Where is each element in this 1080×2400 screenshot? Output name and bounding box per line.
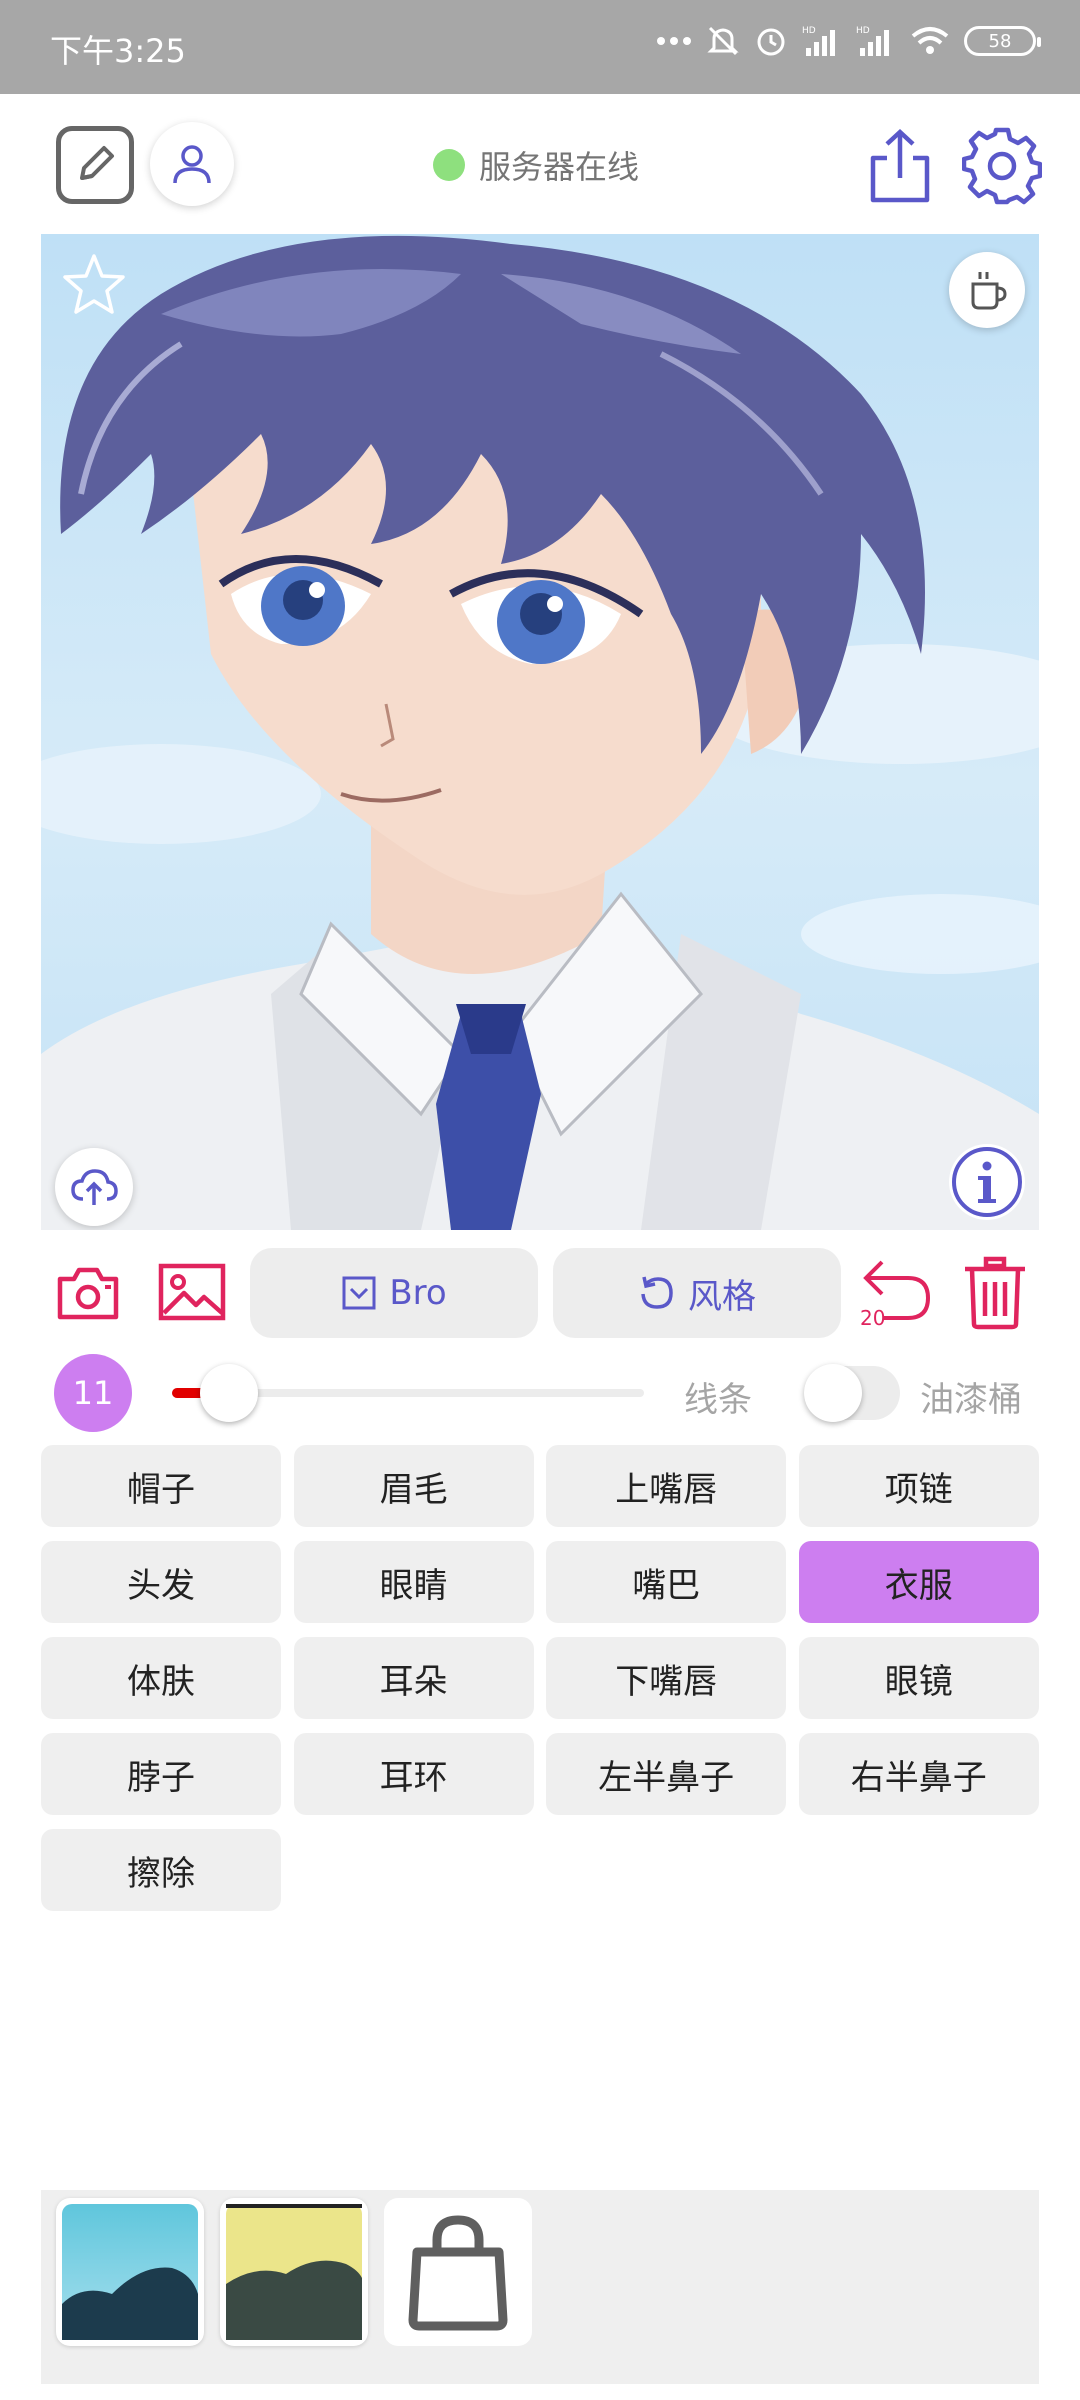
bro-button[interactable]: Bro — [250, 1248, 538, 1338]
label-button[interactable]: 右半鼻子 — [798, 1733, 1039, 1815]
status-bar: 下午3:25 HD HD 58 — [0, 0, 1080, 94]
mute-icon — [707, 26, 739, 56]
label-button[interactable]: 左半鼻子 — [546, 1733, 787, 1815]
share-icon — [870, 128, 930, 203]
label-button[interactable]: 耳朵 — [293, 1637, 534, 1719]
more-icon — [657, 37, 691, 45]
label-button[interactable]: 耳环 — [293, 1733, 534, 1815]
svg-text:HD: HD — [802, 26, 816, 36]
star-icon — [63, 254, 125, 314]
server-status: 服务器在线 — [433, 142, 639, 188]
settings-button[interactable] — [960, 124, 1044, 208]
style-label: 风格 — [688, 1276, 756, 1317]
style-button[interactable]: 风格 — [553, 1248, 841, 1338]
alarm-icon — [757, 28, 785, 56]
battery-level: 58 — [988, 30, 1012, 52]
label-button[interactable]: 下嘴唇 — [546, 1637, 787, 1719]
thumbnail-1[interactable] — [56, 2198, 204, 2346]
gear-icon — [962, 127, 1042, 205]
user-icon — [173, 145, 211, 184]
status-icons: HD HD 58 — [656, 24, 1041, 58]
battery-icon: 58 — [964, 26, 1041, 56]
delete-button[interactable] — [960, 1256, 1030, 1330]
label-button[interactable]: 体肤 — [41, 1637, 281, 1719]
label-button[interactable]: 项链 — [798, 1445, 1039, 1527]
slider-thumb[interactable] — [200, 1364, 258, 1422]
info-button[interactable] — [949, 1144, 1025, 1220]
trash-icon — [965, 1256, 1025, 1330]
edit-pencil-icon — [80, 146, 114, 180]
svg-text:HD: HD — [856, 26, 870, 36]
cloud-upload-icon — [71, 1169, 118, 1205]
shop-thumbnail[interactable] — [384, 2198, 532, 2346]
toggle-knob[interactable] — [804, 1364, 862, 1422]
coffee-button[interactable] — [949, 252, 1025, 328]
label-button[interactable]: 上嘴唇 — [546, 1445, 787, 1527]
checkbox-icon — [342, 1276, 376, 1310]
server-status-text: 服务器在线 — [479, 148, 640, 186]
brush-size-badge[interactable]: 11 — [54, 1354, 132, 1432]
label-button[interactable]: 眼镜 — [798, 1637, 1039, 1719]
upload-button[interactable] — [55, 1148, 133, 1226]
label-button[interactable]: 嘴巴 — [546, 1541, 787, 1623]
gallery-button[interactable] — [158, 1262, 226, 1322]
shopping-bag-icon — [408, 2215, 508, 2331]
status-time: 下午3:25 — [50, 32, 186, 70]
drawing-canvas[interactable] — [41, 234, 1039, 1230]
label-button[interactable]: 眉毛 — [293, 1445, 534, 1527]
landscape-thumbnail-blue — [62, 2204, 198, 2340]
label-button[interactable]: 眼睛 — [293, 1541, 534, 1623]
undo-count: 20 — [860, 1306, 886, 1330]
thumbnail-2[interactable] — [220, 2198, 368, 2346]
bucket-label: 油漆桶 — [920, 1380, 1022, 1420]
anime-portrait-image — [41, 235, 1039, 1230]
brush-size-value: 11 — [72, 1374, 114, 1412]
signal-hd-icon: HD — [856, 26, 889, 56]
user-button[interactable] — [150, 122, 234, 206]
favorite-button[interactable] — [59, 250, 129, 320]
bro-label: Bro — [389, 1273, 447, 1313]
landscape-thumbnail-yellow — [226, 2204, 362, 2340]
label-button[interactable]: 脖子 — [41, 1733, 281, 1815]
segment-label-grid: 帽子 眉毛 上嘴唇 项链头发 眼睛 嘴巴 衣服体肤 耳朵 下嘴唇 眼镜脖子 耳环 左半鼻子 右半鼻子擦除 — [41, 1445, 1039, 1911]
line-label: 线条 — [684, 1380, 752, 1420]
wifi-icon — [911, 27, 949, 54]
info-icon — [952, 1147, 1022, 1217]
signal-hd-icon: HD — [802, 26, 835, 56]
edit-button[interactable] — [56, 126, 134, 204]
camera-icon — [57, 1267, 119, 1320]
camera-button[interactable] — [56, 1264, 120, 1322]
server-status-dot — [433, 149, 465, 181]
image-icon — [158, 1263, 226, 1321]
coffee-cup-icon — [971, 272, 1007, 310]
label-button[interactable]: 头发 — [41, 1541, 281, 1623]
label-button[interactable]: 擦除 — [41, 1829, 281, 1911]
share-button[interactable] — [862, 126, 938, 206]
label-button[interactable]: 帽子 — [41, 1445, 281, 1527]
label-button[interactable]: 衣服 — [798, 1541, 1039, 1623]
refresh-icon — [641, 1276, 673, 1309]
